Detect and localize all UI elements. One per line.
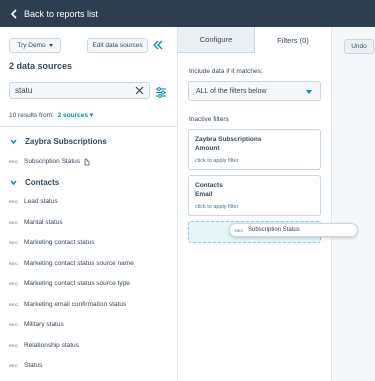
property-label: Marketing contact status source type xyxy=(24,280,130,287)
property-item[interactable]: REC Lead status xyxy=(9,198,58,205)
try-demo-button[interactable]: Try Demo xyxy=(9,38,61,53)
property-type-tag: REC xyxy=(9,219,19,225)
include-data-label: Include data if it matches: xyxy=(189,68,263,75)
property-item[interactable]: REC Military status xyxy=(9,321,64,328)
property-item[interactable]: REC Marketing contact status source type xyxy=(9,280,130,287)
filter-property: Email xyxy=(195,191,213,198)
top-bar: Back to reports list xyxy=(0,0,375,27)
property-label: Lead status xyxy=(24,198,58,205)
group-name: Contacts xyxy=(25,178,60,187)
property-label: Relationship status xyxy=(24,341,79,349)
filter-object: Zaybra Subscriptions xyxy=(195,136,262,143)
chevron-left-icon[interactable] xyxy=(10,8,20,20)
match-type-select[interactable]: ALL of the filters below xyxy=(188,81,321,101)
dragged-property-chip[interactable]: REC Subscription Status xyxy=(229,223,358,237)
filters-panel: Configure Filters (0) Include data if it… xyxy=(178,27,331,381)
property-label: Subscription Status xyxy=(24,158,81,165)
back-to-reports-link[interactable]: Back to reports list xyxy=(24,9,98,19)
filter-hint: click to apply filter xyxy=(195,158,239,164)
property-item-subscription-status[interactable]: REC Subscription Status xyxy=(9,157,91,166)
sources-dropdown-label: 2 sources xyxy=(57,112,88,119)
chevron-down-icon xyxy=(10,180,17,186)
panel-tabs: Configure Filters (0) xyxy=(178,27,331,53)
search-value: statu xyxy=(15,86,33,95)
group-name: Zaybra Subscriptions xyxy=(25,137,107,146)
collapse-panel-icon[interactable] xyxy=(152,38,164,50)
match-type-value: ALL of the filters below xyxy=(196,87,267,95)
sources-dropdown[interactable]: 2 sources ▾ xyxy=(58,112,93,119)
tab-configure[interactable]: Configure xyxy=(178,27,255,53)
property-type-tag: REC xyxy=(9,342,19,348)
inactive-filters-label: Inactive filters xyxy=(189,116,229,123)
property-type-tag: REC xyxy=(235,227,244,233)
filter-settings-icon[interactable] xyxy=(155,85,167,98)
inactive-filter-card[interactable]: Zaybra Subscriptions Amount click to app… xyxy=(188,129,321,170)
filter-property: Amount xyxy=(195,145,220,152)
property-label: Marketing email confirmation status xyxy=(24,300,127,308)
divider xyxy=(0,126,178,127)
property-type-tag: REC xyxy=(9,240,19,245)
property-type-tag: REC xyxy=(9,159,19,164)
hand-cursor-icon xyxy=(84,158,90,166)
data-sources-title: 2 data sources xyxy=(9,61,73,71)
property-item[interactable]: REC Marital status xyxy=(9,219,63,226)
property-label: Status xyxy=(24,362,43,369)
property-label: Marketing contact status source name xyxy=(24,259,134,267)
property-type-tag: REC xyxy=(9,281,19,286)
undo-button[interactable]: Undo xyxy=(344,39,374,54)
property-label: Marketing contact status xyxy=(24,239,95,246)
property-type-tag: REC xyxy=(9,363,19,368)
property-type-tag: REC xyxy=(9,301,19,307)
property-label: Marital status xyxy=(24,218,63,226)
property-item[interactable]: REC Relationship status xyxy=(9,342,79,349)
property-item[interactable]: REC Marketing contact status source name xyxy=(9,260,134,267)
property-type-tag: REC xyxy=(9,260,19,266)
group-header-zaybra[interactable]: Zaybra Subscriptions xyxy=(10,137,107,146)
chevron-down-icon xyxy=(10,139,17,145)
tab-filters[interactable]: Filters (0) xyxy=(255,27,331,53)
caret-down-icon xyxy=(48,44,53,47)
property-search-input[interactable]: statu xyxy=(9,82,150,99)
group-header-contacts[interactable]: Contacts xyxy=(10,178,59,187)
property-item[interactable]: REC Marketing contact status xyxy=(9,239,94,246)
data-sources-panel: Try Demo Edit data sources 2 data source… xyxy=(0,27,178,381)
property-item[interactable]: REC Status xyxy=(9,362,42,369)
edit-data-sources-button[interactable]: Edit data sources xyxy=(87,38,148,53)
edit-data-sources-label: Edit data sources xyxy=(92,42,143,49)
filter-object: Contacts xyxy=(195,182,223,189)
property-type-tag: REC xyxy=(9,199,19,204)
property-item[interactable]: REC Marketing email confirmation status xyxy=(9,301,126,308)
filters-body: Include data if it matches: ALL of the f… xyxy=(178,53,331,381)
caret-down-icon xyxy=(306,90,312,94)
preview-panel: Undo xyxy=(331,27,375,381)
property-label: Military status xyxy=(24,321,64,328)
dragged-property-label: Subscription Status xyxy=(248,227,300,233)
inactive-filter-card[interactable]: Contacts Email click to apply filter xyxy=(188,175,321,216)
results-count: 10 results from: xyxy=(9,112,54,119)
try-demo-label: Try Demo xyxy=(17,42,46,49)
clear-search-icon[interactable] xyxy=(135,86,144,95)
property-type-tag: REC xyxy=(9,322,19,327)
filter-hint: click to apply filter xyxy=(195,204,239,210)
results-summary: 10 results from: 2 sources ▾ xyxy=(9,111,93,119)
